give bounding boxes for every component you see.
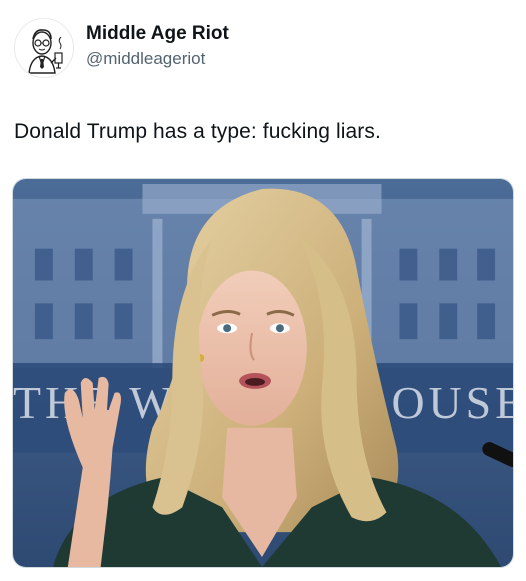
press-briefing-photo: TH E W OUSE: [13, 179, 513, 567]
backdrop-text-right: OUSE: [391, 377, 513, 428]
author-handle[interactable]: @middleageriot: [86, 47, 229, 71]
post-image[interactable]: TH E W OUSE: [12, 178, 514, 568]
post-header: Middle Age Riot @middleageriot: [14, 16, 514, 80]
tweet-text: Donald Trump has a type: fucking liars.: [14, 120, 381, 143]
author-display-name[interactable]: Middle Age Riot: [86, 22, 229, 46]
author-names: Middle Age Riot @middleageriot: [86, 22, 229, 71]
author-avatar[interactable]: [14, 18, 74, 78]
tweet-post: Middle Age Riot @middleageriot Donald Tr…: [0, 0, 526, 581]
cartoon-man-avatar-icon: [15, 19, 73, 77]
